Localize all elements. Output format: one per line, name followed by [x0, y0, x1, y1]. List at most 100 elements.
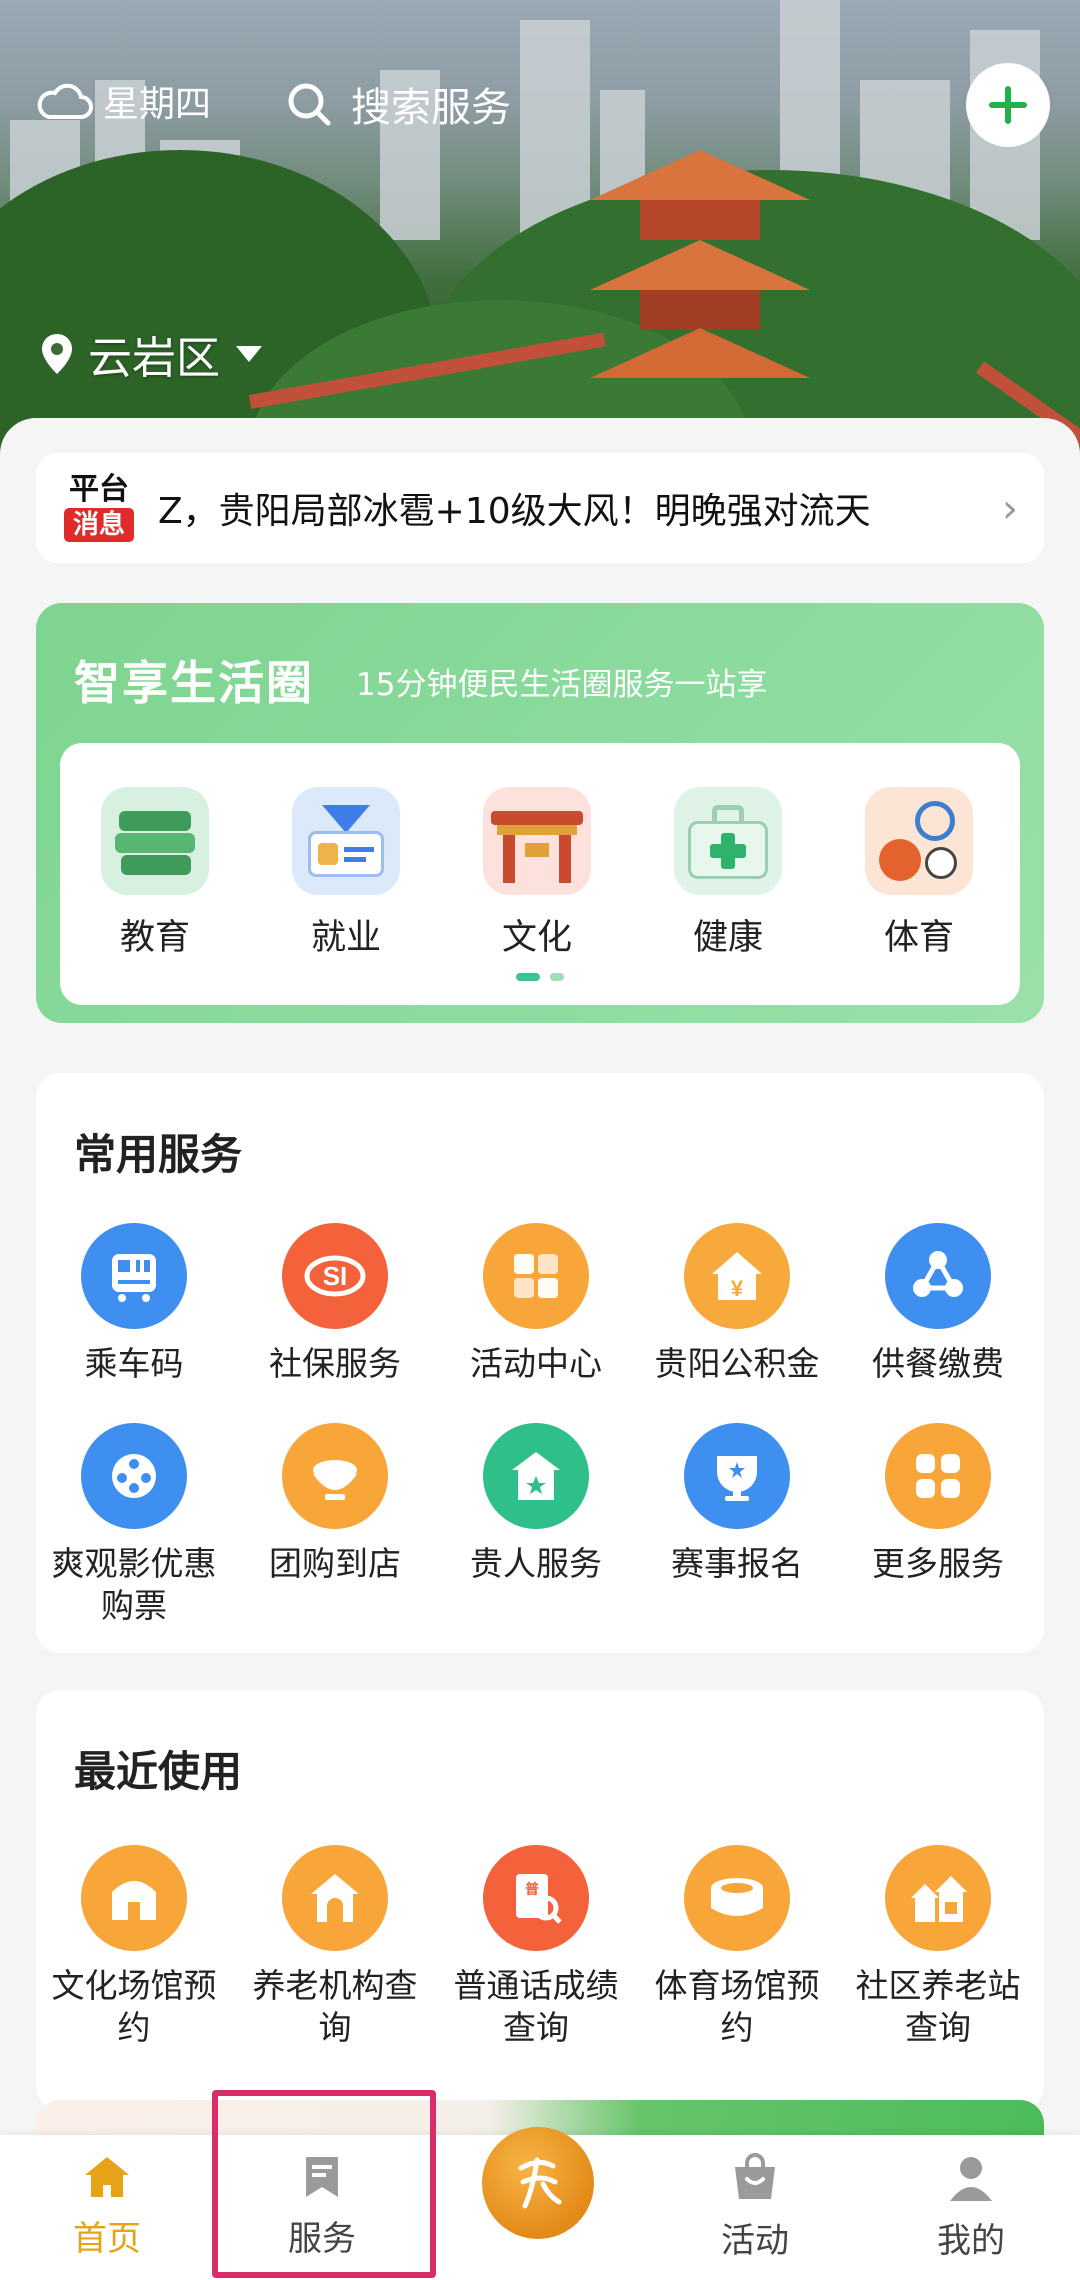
smart-item-label: 文化 [501, 918, 572, 958]
star-house-icon [483, 1423, 589, 1529]
brand-logo-icon [518, 2157, 562, 2209]
service-label: 普通话成绩查询 [453, 1966, 619, 2047]
notice-badge-bottom: 消息 [64, 507, 134, 542]
top-bar: 星期四 搜索服务 [0, 55, 1080, 155]
location-pin-icon [42, 334, 72, 374]
pavilion-illustration [590, 150, 810, 410]
score-search-icon: 普 [483, 1845, 589, 1951]
tab-mine[interactable]: 我的 [896, 2153, 1046, 2262]
notice-text: Z，贵阳局部冰雹+10级大风！明晚强对流天 [158, 491, 871, 532]
service-label: 供餐缴费 [872, 1344, 1004, 1383]
search-bar[interactable]: 搜索服务 [285, 75, 511, 133]
plus-icon [989, 86, 1027, 124]
tab-activity[interactable]: 活动 [680, 2153, 830, 2262]
smart-circle-subtitle: 15分钟便民生活圈服务一站享 [356, 667, 768, 703]
film-reel-icon [81, 1423, 187, 1529]
user-icon [950, 2157, 992, 2201]
trophy-icon [684, 1423, 790, 1529]
carousel-dot-active [516, 973, 540, 981]
location-selector[interactable]: 云岩区 [40, 322, 264, 386]
service-label: 团购到店 [269, 1544, 401, 1583]
weather-label: 星期四 [103, 84, 212, 125]
smart-item-label: 就业 [310, 918, 381, 958]
service-label: 社区养老站查询 [855, 1966, 1021, 2047]
add-button[interactable] [966, 63, 1050, 147]
service-guiren[interactable]: 贵人服务 [438, 1423, 634, 1585]
service-label: 更多服务 [872, 1544, 1004, 1583]
service-label: 养老机构查询 [252, 1966, 418, 2047]
smart-circle-title: 智享生活圈 [74, 656, 314, 710]
recent-community-elder-station[interactable]: 社区养老站查询 [840, 1845, 1036, 2049]
grid-icon [885, 1423, 991, 1529]
service-label: 社保服务 [269, 1344, 401, 1383]
hero-banner: 星期四 搜索服务 云岩区 [0, 0, 1080, 470]
main-content: 平台 消息 Z，贵阳局部冰雹+10级大风！明晚强对流天 › 智享生活圈 15分钟… [0, 418, 1080, 2138]
service-movie-tickets[interactable]: 爽观影优惠购票 [36, 1423, 232, 1627]
cloud-icon [37, 83, 93, 119]
smart-item-label: 体育 [883, 918, 954, 958]
books-icon [101, 787, 209, 895]
tab-home[interactable]: 首页 [32, 2153, 182, 2260]
home-icon [85, 2157, 129, 2197]
notice-badge: 平台 消息 [64, 471, 134, 542]
smart-item-culture[interactable]: 文化 [467, 787, 607, 960]
bowl-icon [282, 1423, 388, 1529]
service-label: 活动中心 [470, 1344, 602, 1383]
bottom-tab-bar: 首页 服务 活动 我的 [0, 2127, 1080, 2280]
service-housing-fund[interactable]: ¥ 贵阳公积金 [639, 1223, 835, 1385]
service-social-security[interactable]: SI 社保服务 [237, 1223, 433, 1385]
service-event-signup[interactable]: 赛事报名 [639, 1423, 835, 1585]
location-label: 云岩区 [88, 333, 220, 384]
service-activity-center[interactable]: 活动中心 [438, 1223, 634, 1385]
bus-code-icon [81, 1223, 187, 1329]
recent-stadium-booking[interactable]: 体育场馆预约 [639, 1845, 835, 2049]
tab-activity-label: 活动 [721, 2221, 789, 2261]
smart-life-circle: 智享生活圈 15分钟便民生活圈服务一站享 教育 就业 文化 健康 体育 [36, 603, 1044, 1023]
notice-badge-top: 平台 [69, 471, 129, 507]
house-yuan-icon: ¥ [684, 1223, 790, 1329]
chevron-right-icon: › [1002, 486, 1018, 532]
service-more[interactable]: 更多服务 [840, 1423, 1036, 1585]
dropdown-caret-icon [236, 346, 262, 362]
carousel-dot [550, 973, 564, 981]
service-label: 爽观影优惠购票 [51, 1544, 217, 1625]
recent-services-card: 最近使用 文化场馆预约 养老机构查询 普 普通话成绩查询 体育场馆预约 社区养老… [36, 1690, 1044, 2110]
service-bus-code[interactable]: 乘车码 [36, 1223, 232, 1385]
platform-notice[interactable]: 平台 消息 Z，贵阳局部冰雹+10级大风！明晚强对流天 › [36, 453, 1044, 563]
service-meal-payment[interactable]: 供餐缴费 [840, 1223, 1036, 1385]
tab-home-label: 首页 [73, 2219, 141, 2259]
gate-icon [483, 787, 591, 895]
svg-text:普: 普 [525, 1881, 539, 1898]
smart-item-health[interactable]: 健康 [658, 787, 798, 960]
service-label: 乘车码 [84, 1344, 184, 1383]
search-icon [288, 83, 331, 126]
service-label: 文化场馆预约 [51, 1966, 217, 2047]
smart-item-education[interactable]: 教育 [85, 787, 225, 960]
center-app-button[interactable] [482, 2127, 594, 2239]
stadium-icon [684, 1845, 790, 1951]
svg-text:¥: ¥ [731, 1276, 744, 1301]
recent-venue-booking[interactable]: 文化场馆预约 [36, 1845, 232, 2049]
carousel-indicator [60, 973, 1020, 981]
elder-home-icon [282, 1845, 388, 1951]
service-group-buy[interactable]: 团购到店 [237, 1423, 433, 1585]
service-label: 体育场馆预约 [654, 1966, 820, 2047]
venue-icon [81, 1845, 187, 1951]
smart-item-employment[interactable]: 就业 [276, 787, 416, 960]
common-services-card: 常用服务 乘车码 SI 社保服务 活动中心 ¥ 贵阳公积金 供餐缴费 爽观影优惠… [36, 1073, 1044, 1653]
service-label: 赛事报名 [671, 1544, 803, 1583]
smart-item-sports[interactable]: 体育 [849, 787, 989, 960]
recent-elder-home-query[interactable]: 养老机构查询 [237, 1845, 433, 2049]
recent-mandarin-score[interactable]: 普 普通话成绩查询 [438, 1845, 634, 2049]
community-icon [885, 1845, 991, 1951]
shopping-bag-icon [735, 2153, 775, 2199]
weather-widget[interactable]: 星期四 [35, 75, 211, 127]
medical-kit-icon [674, 787, 782, 895]
id-card-icon [292, 787, 400, 895]
social-security-icon: SI [282, 1223, 388, 1329]
recent-services-title: 最近使用 [74, 1747, 243, 1796]
puzzle-icon [483, 1223, 589, 1329]
services-tab-highlight [212, 2090, 436, 2278]
service-label: 贵阳公积金 [654, 1344, 820, 1383]
service-label: 贵人服务 [470, 1544, 602, 1583]
